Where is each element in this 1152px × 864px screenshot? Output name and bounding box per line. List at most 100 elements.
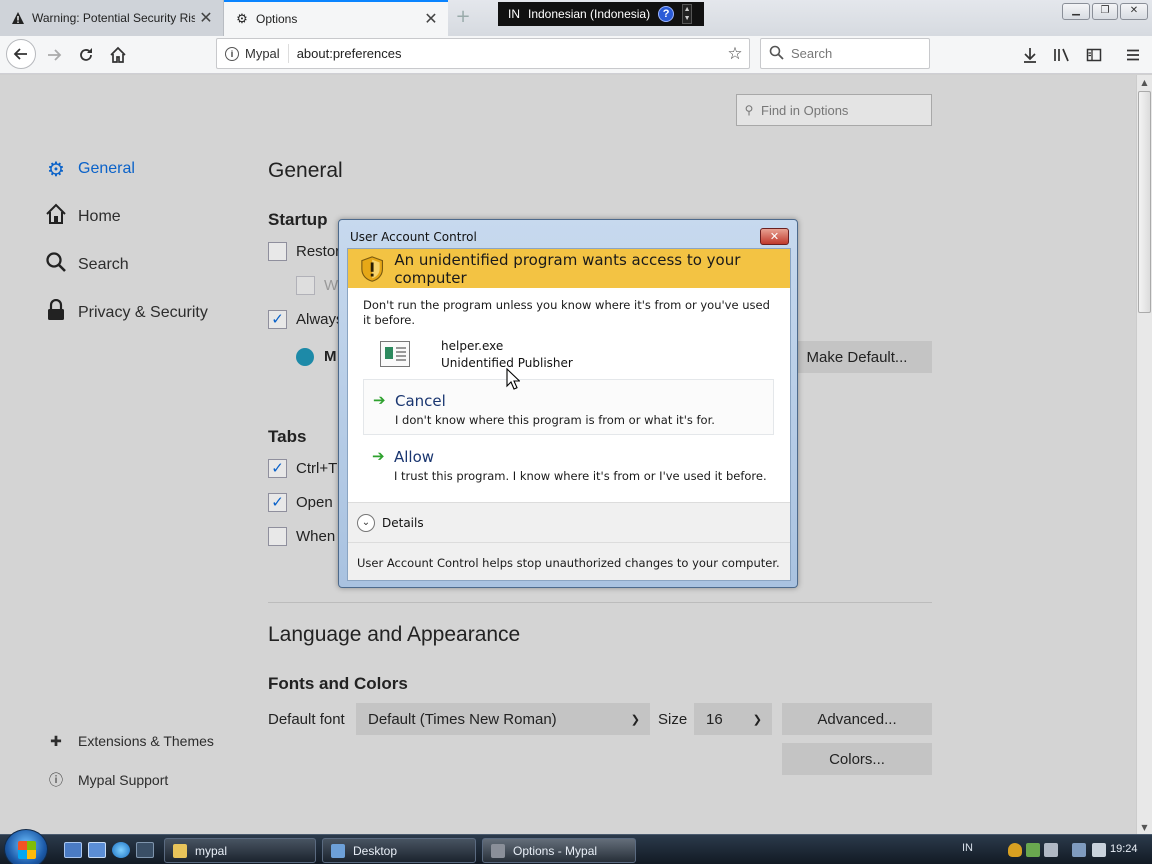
minimize-button[interactable]: ▁ xyxy=(1062,3,1090,20)
search-icon xyxy=(761,45,791,63)
reload-button[interactable] xyxy=(72,41,100,69)
forward-arrow-icon xyxy=(48,49,62,61)
security-shield-icon[interactable] xyxy=(1008,843,1022,857)
always-check-default-label: Always xyxy=(296,311,344,328)
back-arrow-icon xyxy=(13,48,27,60)
puzzle-icon: ✚ xyxy=(50,732,62,749)
ctrl-tab-checkbox[interactable]: ✓ xyxy=(268,459,287,478)
warn-on-quit-checkbox[interactable] xyxy=(296,276,315,295)
help-icon[interactable]: ? xyxy=(658,6,675,22)
search-icon: ⚲ xyxy=(744,103,754,117)
language-appearance-title: Language and Appearance xyxy=(268,623,521,646)
when-open-link-checkbox[interactable] xyxy=(268,527,287,546)
hamburger-icon xyxy=(1127,49,1139,61)
bookmark-star-icon[interactable]: ☆ xyxy=(721,44,749,64)
new-tab-button[interactable]: + xyxy=(452,6,474,28)
maximize-button[interactable]: ❐ xyxy=(1092,3,1118,20)
tabs-heading: Tabs xyxy=(268,427,307,446)
switch-windows-icon[interactable] xyxy=(88,842,106,858)
cancel-option[interactable]: ➔ Cancel I don't know where this program… xyxy=(363,379,774,435)
scroll-down-icon[interactable]: ▼ xyxy=(1137,820,1152,835)
downloads-button[interactable] xyxy=(1016,41,1044,69)
taskbar-item-mypal-folder[interactable]: mypal xyxy=(164,838,316,863)
search-icon xyxy=(44,251,68,279)
scroll-up-icon[interactable]: ▲ xyxy=(1137,75,1152,90)
when-open-link-label: When xyxy=(296,528,336,545)
close-window-button[interactable]: ✕ xyxy=(1120,3,1148,20)
colors-button[interactable]: Colors... xyxy=(782,743,932,775)
sidebar-item-search[interactable]: Search xyxy=(44,250,129,280)
windows-logo-icon xyxy=(18,841,36,859)
show-desktop-icon[interactable] xyxy=(64,842,82,858)
close-icon[interactable]: ✕ xyxy=(195,8,217,28)
gear-icon: ⚙ xyxy=(236,11,248,26)
general-title: General xyxy=(268,159,343,182)
sidebar-button[interactable] xyxy=(1080,41,1108,69)
always-check-default-checkbox[interactable]: ✓ xyxy=(268,310,287,329)
dialog-close-button[interactable]: ✕ xyxy=(760,228,789,245)
search-bar[interactable]: Search xyxy=(760,38,930,69)
sidebar-item-privacy-security[interactable]: Privacy & Security xyxy=(44,298,208,328)
network-icon[interactable] xyxy=(1072,843,1086,857)
site-identity[interactable]: i Mypal xyxy=(217,44,289,63)
font-size-label: Size xyxy=(658,711,688,728)
back-button[interactable] xyxy=(6,39,36,69)
info-icon: i xyxy=(225,46,239,61)
url-text[interactable]: about:preferences xyxy=(289,46,721,61)
forward-button[interactable] xyxy=(40,41,68,69)
start-button[interactable] xyxy=(4,829,48,864)
find-options-placeholder: Find in Options xyxy=(761,102,849,118)
chevron-down-icon: ❯ xyxy=(630,713,640,726)
startup-heading: Startup xyxy=(268,210,328,229)
default-font-select[interactable]: Default (Times New Roman) ❯ xyxy=(356,703,650,735)
tray-app-icon-2[interactable] xyxy=(1044,843,1058,857)
chevron-down-icon: ❯ xyxy=(752,713,762,726)
taskbar-item-options-mypal[interactable]: Options - Mypal xyxy=(482,838,636,863)
allow-label: Allow xyxy=(394,448,435,466)
volume-muted-icon[interactable] xyxy=(1092,843,1106,857)
allow-description: I trust this program. I know where it's … xyxy=(394,469,767,483)
open-links-tabs-checkbox[interactable]: ✓ xyxy=(268,493,287,512)
sidebar-item-general[interactable]: ⚙ General xyxy=(44,154,135,184)
green-arrow-icon: ➔ xyxy=(372,447,385,465)
details-label: Details xyxy=(382,516,424,530)
tray-language[interactable]: IN xyxy=(962,842,973,854)
reload-icon xyxy=(80,48,92,61)
allow-option[interactable]: ➔ Allow I trust this program. I know whe… xyxy=(363,436,774,492)
advanced-fonts-button[interactable]: Advanced... xyxy=(782,703,932,735)
menu-button[interactable] xyxy=(1119,41,1147,69)
language-bar-options-icon[interactable]: ▲ ▼ xyxy=(682,4,693,24)
default-font-value: Default (Times New Roman) xyxy=(368,710,557,728)
home-button[interactable] xyxy=(104,41,132,69)
find-in-options-input[interactable]: ⚲ Find in Options xyxy=(736,94,932,126)
language-bar[interactable]: IN Indonesian (Indonesia) ? ▲ ▼ xyxy=(498,2,704,26)
mypal-support-link[interactable]: ⓘ Mypal Support xyxy=(48,768,168,792)
tab-security-warning[interactable]: Warning: Potential Security Risk ✕ xyxy=(0,0,224,36)
sidebar-icon xyxy=(1086,48,1102,62)
font-size-select[interactable]: 16 ❯ xyxy=(694,703,772,735)
page-scrollbar[interactable]: ▲ ▼ xyxy=(1136,75,1152,835)
details-toggle[interactable]: ⌄ Details xyxy=(348,502,790,542)
program-name: helper.exe xyxy=(441,339,504,353)
extensions-themes-link[interactable]: ✚ Extensions & Themes xyxy=(48,729,214,753)
mypal-app-icon xyxy=(491,843,505,858)
close-icon[interactable]: ✕ xyxy=(420,9,442,29)
banner-text: An unidentified program wants access to … xyxy=(394,250,741,287)
url-bar[interactable]: i Mypal about:preferences ☆ xyxy=(216,38,750,69)
clock[interactable]: 19:24 xyxy=(1110,843,1138,855)
taskbar-item-desktop[interactable]: Desktop xyxy=(322,838,476,863)
warning-icon xyxy=(10,10,26,26)
library-button[interactable] xyxy=(1048,41,1076,69)
sidebar-item-home[interactable]: Home xyxy=(44,202,121,232)
tray-app-icon[interactable] xyxy=(1026,843,1040,857)
internet-explorer-icon[interactable] xyxy=(112,842,130,858)
navigation-toolbar: i Mypal about:preferences ☆ Search xyxy=(0,36,1152,74)
tab-options[interactable]: ⚙ Options ✕ xyxy=(224,0,448,36)
tab-label: Options xyxy=(256,12,298,26)
restore-session-checkbox[interactable] xyxy=(268,242,287,261)
sidebar-item-label: Privacy & Security xyxy=(78,304,208,321)
make-default-button[interactable]: Make Default... xyxy=(782,341,932,373)
sidebar-item-label: General xyxy=(78,160,135,177)
scrollbar-thumb[interactable] xyxy=(1138,91,1151,313)
quick-launch-icon[interactable] xyxy=(136,842,154,858)
